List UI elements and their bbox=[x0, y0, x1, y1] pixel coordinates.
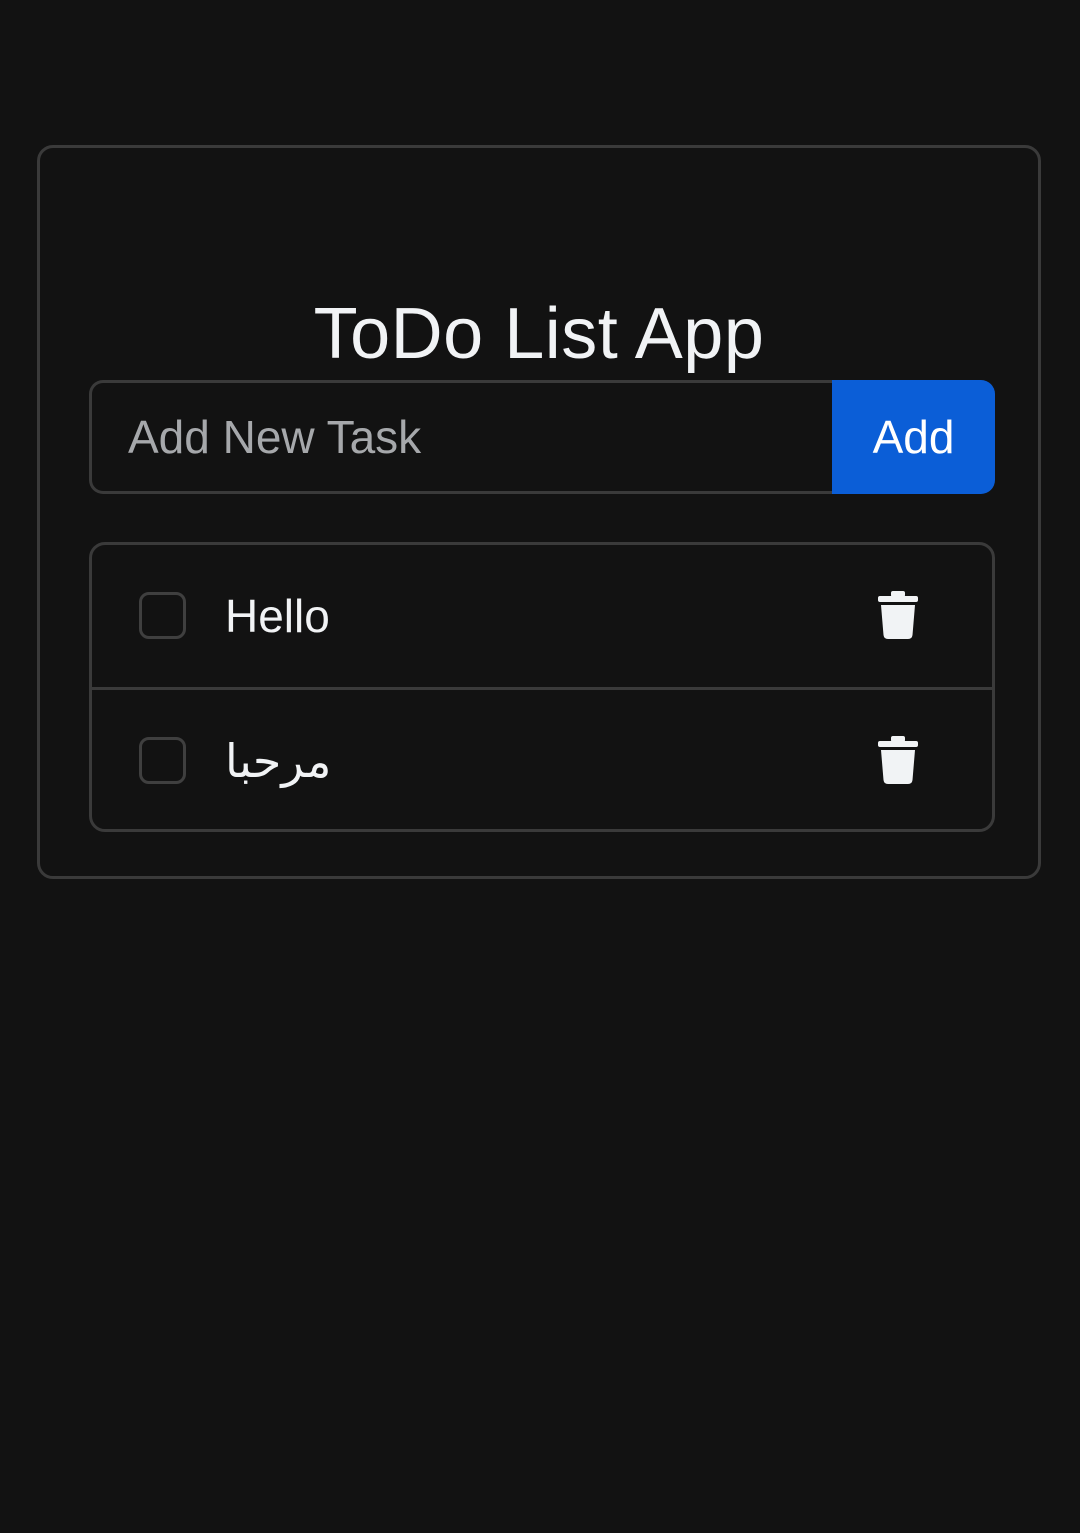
task-item: Hello bbox=[92, 545, 992, 687]
task-checkbox[interactable] bbox=[139, 592, 186, 639]
new-task-input[interactable] bbox=[89, 380, 832, 494]
trash-icon[interactable] bbox=[878, 591, 918, 639]
add-task-button[interactable]: Add bbox=[832, 380, 995, 494]
task-text: Hello bbox=[225, 590, 330, 642]
page-title: ToDo List App bbox=[313, 294, 765, 375]
trash-icon[interactable] bbox=[878, 736, 918, 784]
todo-card: ToDo List App Add Hello مرحبا bbox=[37, 145, 1041, 879]
task-text: مرحبا bbox=[225, 735, 332, 787]
task-checkbox[interactable] bbox=[139, 737, 186, 784]
new-task-form: Add bbox=[89, 380, 995, 494]
task-list: Hello مرحبا bbox=[89, 542, 995, 832]
task-item: مرحبا bbox=[92, 687, 992, 829]
